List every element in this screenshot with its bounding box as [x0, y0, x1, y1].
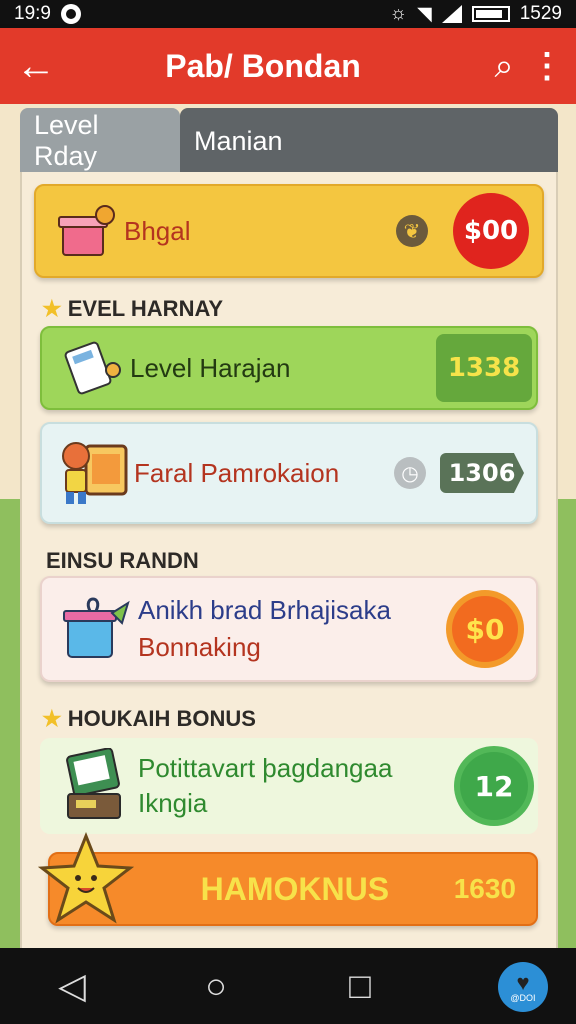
count-badge: 12	[460, 752, 528, 820]
character-book-icon	[54, 438, 134, 508]
badge-value: 1338	[447, 353, 521, 383]
badge-value: 1306	[448, 459, 516, 487]
badge-value: 12	[474, 769, 514, 803]
gift-bag-icon	[58, 594, 138, 664]
cash-register-icon	[58, 748, 138, 821]
status-bar: 19:9 ☼ ◥ 1529	[0, 0, 576, 28]
signal-icon	[441, 5, 462, 23]
count-badge: 1338	[436, 334, 532, 402]
count-badge: 1306	[440, 453, 524, 493]
card-label: HAMOKNUS	[200, 870, 390, 907]
floating-action-button[interactable]: ♥ @DOI	[498, 962, 548, 1012]
gift-box-icon	[50, 196, 124, 266]
system-nav-bar: ◁ ○ □	[0, 948, 576, 1024]
heart-icon: ♥	[516, 969, 530, 995]
badge-value: $00	[463, 216, 519, 246]
card-label-line2: Bonnaking	[138, 632, 261, 662]
card-bhgal[interactable]: Bhgal ❦ $00	[34, 184, 544, 278]
wifi-icon: ◥	[417, 3, 432, 25]
battery-icon	[471, 6, 510, 22]
section-header: ★ EVEL HARNAY	[42, 296, 223, 322]
card-label-line2: Ikngia	[138, 788, 208, 818]
tab-level-rday[interactable]: Level Rday	[20, 108, 180, 174]
content-panel: Bhgal ❦ $00 ★ EVEL HARNAY Level Harajan …	[20, 172, 558, 950]
nav-home-icon[interactable]: ○	[176, 965, 256, 1007]
nav-back-icon[interactable]: ◁	[32, 965, 112, 1007]
card-label: Bhgal	[124, 215, 191, 246]
tab-label: Manian	[194, 125, 283, 156]
card-faral-pamrokaion[interactable]: Faral Pamrokaion ◷ 1306	[40, 422, 538, 524]
status-time-left: 19:9	[14, 3, 51, 24]
leaf-icon: ❦	[396, 215, 428, 247]
card-hamoknus[interactable]: HAMOKNUS 1630	[38, 832, 538, 926]
card-level-harajan[interactable]: Level Harajan 1338	[40, 326, 538, 410]
more-vert-icon[interactable]: ⋮	[530, 46, 564, 86]
nav-recents-icon[interactable]: □	[320, 965, 400, 1007]
calculator-icon	[56, 333, 130, 403]
tab-manian[interactable]: Manian	[180, 108, 558, 174]
fab-label: @DOI	[510, 992, 536, 1003]
card-label: Level Harajan	[130, 352, 291, 383]
clock-icon: ◷	[394, 457, 426, 489]
card-potittawart[interactable]: Potittavart þagdangaa Ikngia 12	[40, 738, 538, 834]
price-badge: $00	[458, 198, 524, 264]
alarm-icon: ☼	[389, 3, 408, 24]
section-header: EINSU RANDN	[46, 548, 199, 574]
section-title: EINSU RANDN	[46, 548, 199, 573]
tab-label: Level Rday	[34, 110, 99, 171]
star-mascot-icon	[36, 832, 136, 928]
section-header: ★ HOUKAIH BONUS	[42, 706, 256, 732]
price-badge: $0	[452, 596, 518, 662]
card-value: 1630	[453, 873, 516, 904]
notification-icon	[60, 4, 81, 24]
status-time-right: 1529	[519, 3, 562, 24]
card-label-line1: Potittavart þagdangaa	[138, 753, 393, 783]
section-title: EVEL HARNAY	[67, 296, 224, 321]
page-title: Pab/ Bondan	[165, 47, 361, 84]
badge-value: $0	[465, 612, 505, 646]
section-title: HOUKAIH BONUS	[67, 706, 256, 731]
card-label: Faral Pamrokaion	[134, 457, 340, 488]
tab-bar: Level Rday Manian	[20, 108, 558, 174]
card-label-line1: Anikh brad Brhajisaka	[138, 595, 391, 625]
star-icon: ★	[42, 706, 62, 731]
search-icon[interactable]: ⌕	[478, 47, 530, 86]
card-anikh[interactable]: Anikh brad Brhajisaka Bonnaking $0	[40, 576, 538, 682]
app-bar: ← Pab/ Bondan ⌕ ⋮	[0, 28, 576, 104]
back-arrow-icon[interactable]: ←	[16, 44, 68, 89]
star-icon: ★	[42, 296, 62, 321]
